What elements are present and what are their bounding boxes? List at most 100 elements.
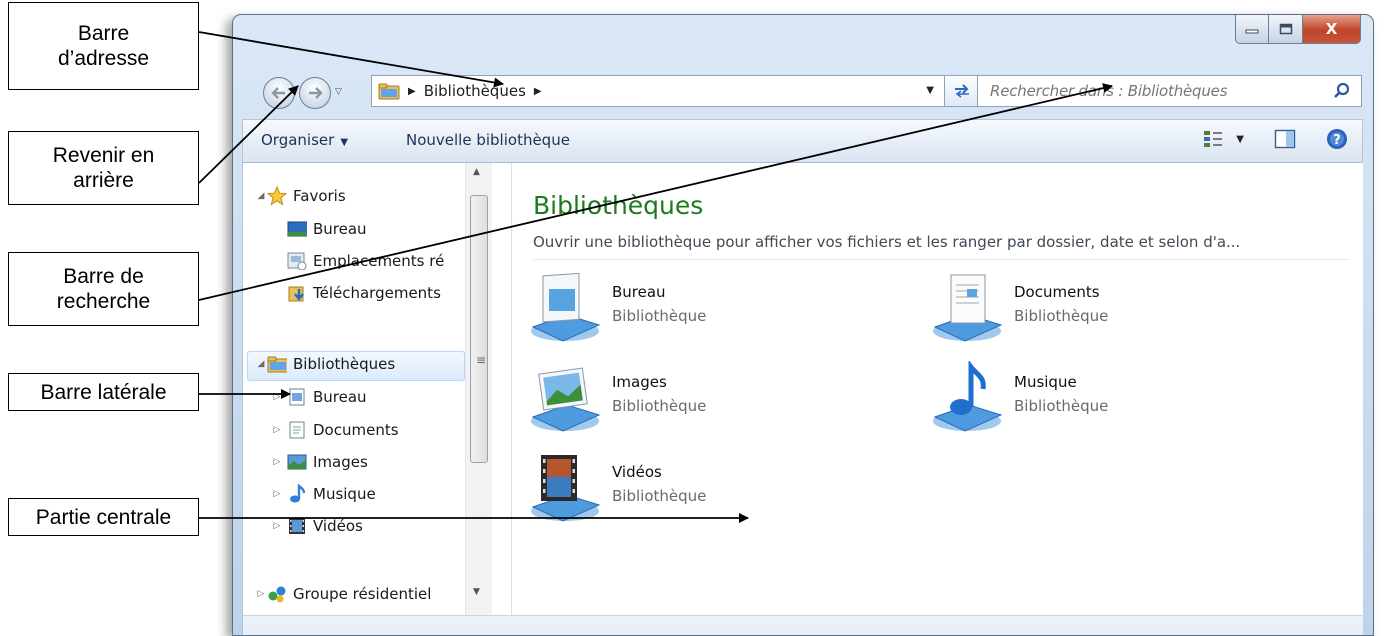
new-library-button[interactable]: Nouvelle bibliothèque [406, 131, 570, 149]
new-library-label: Nouvelle bibliothèque [406, 131, 570, 149]
sidebar-item-favorites[interactable]: ◢ Favoris [255, 186, 346, 206]
breadcrumb-separator-icon[interactable]: ▶ [408, 86, 416, 97]
breadcrumb-libraries[interactable]: Bibliothèques [424, 82, 526, 100]
sidebar-item-label: Images [313, 453, 368, 471]
search-input[interactable]: Rechercher dans : Bibliothèques [990, 82, 1228, 100]
page-title: Bibliothèques [533, 191, 704, 220]
library-tile-music[interactable]: Musique Bibliothèque [929, 361, 1289, 441]
explorer-window: X ▽ ▶ Bibliothèques ▶ ▼ Rechercher dans … [232, 14, 1374, 636]
sidebar-item-label: Bureau [313, 388, 367, 406]
sidebar-item-desktop[interactable]: Bureau [287, 220, 367, 238]
address-bar[interactable]: ▶ Bibliothèques ▶ ▼ [371, 75, 945, 107]
desktop-library-icon [289, 388, 305, 406]
library-name: Vidéos [612, 463, 662, 481]
star-icon [267, 186, 287, 206]
navigation-scrollbar[interactable]: ▲ ≡ ▼ [465, 163, 492, 635]
scroll-up-icon[interactable]: ▲ [473, 167, 480, 177]
sidebar-item-label: Groupe résidentiel [293, 585, 432, 603]
sidebar-item-label: Emplacements ré [313, 252, 445, 270]
close-icon: X [1325, 20, 1338, 38]
callout-text: arrière [73, 169, 134, 192]
sidebar-item-homegroup[interactable]: ▷ Groupe résidentiel [255, 585, 432, 603]
callout-central: Partie centrale [8, 498, 199, 536]
sidebar-item-libraries[interactable]: ◢ Bibliothèques [255, 355, 396, 373]
callout-text: Barre latérale [40, 380, 167, 404]
recent-pages-dropdown[interactable]: ▽ [335, 87, 342, 97]
refresh-icon [954, 84, 969, 98]
sidebar-item-label: Vidéos [313, 517, 363, 535]
callout-back: Revenir en arrière [8, 131, 199, 205]
window-controls: X [1235, 15, 1361, 44]
music-library-icon [933, 361, 1003, 432]
sidebar-item-lib-music[interactable]: ▷ Musique [271, 484, 376, 503]
callout-text: Partie centrale [35, 505, 172, 529]
preview-pane-icon[interactable] [1274, 129, 1296, 149]
callout-text: d’adresse [57, 47, 150, 70]
library-name: Bureau [612, 283, 666, 301]
callout-search: Barre de recherche [8, 252, 199, 326]
command-bar: Organiser ▼ Nouvelle bibliothèque ▼ ? [242, 119, 1363, 163]
chevron-down-icon: ▽ [335, 87, 342, 97]
expanded-triangle-icon[interactable]: ◢ [255, 359, 267, 369]
search-box[interactable]: Rechercher dans : Bibliothèques [977, 75, 1362, 107]
back-button[interactable] [263, 77, 295, 109]
minimize-button[interactable] [1235, 15, 1269, 44]
sidebar-item-lib-desktop[interactable]: ▷ Bureau [271, 388, 367, 406]
address-history-dropdown[interactable]: ▼ [926, 85, 934, 96]
sidebar-item-label: Bibliothèques [293, 355, 396, 373]
library-tile-pictures[interactable]: Images Bibliothèque [527, 361, 887, 441]
content-pane: Bibliothèques Ouvrir une bibliothèque po… [513, 163, 1363, 635]
view-controls: ▼ ? [1202, 128, 1348, 150]
explorer-body: ◢ Favoris Bureau Emplacements ré Télécha… [242, 163, 1363, 635]
help-icon[interactable]: ? [1326, 128, 1348, 150]
grip-icon: ≡ [476, 353, 487, 367]
scroll-down-icon[interactable]: ▼ [473, 587, 480, 597]
sidebar-item-label: Documents [313, 421, 399, 439]
refresh-button[interactable] [945, 75, 979, 107]
search-icon[interactable] [1333, 82, 1351, 100]
sidebar-item-lib-pictures[interactable]: ▷ Images [271, 453, 368, 471]
callout-sidebar: Barre latérale [8, 373, 199, 411]
library-type: Bibliothèque [612, 307, 707, 325]
library-name: Images [612, 373, 667, 391]
library-tile-desktop[interactable]: Bureau Bibliothèque [527, 271, 887, 351]
maximize-button[interactable] [1269, 15, 1303, 44]
collapsed-triangle-icon[interactable]: ▷ [271, 457, 283, 467]
chevron-down-icon[interactable]: ▼ [1236, 134, 1244, 145]
navigation-pane: ◢ Favoris Bureau Emplacements ré Télécha… [243, 163, 512, 635]
library-tile-videos[interactable]: Vidéos Bibliothèque [527, 451, 887, 531]
chevron-down-icon: ▼ [340, 137, 349, 148]
recent-places-icon [287, 252, 307, 270]
breadcrumb-separator-icon[interactable]: ▶ [534, 86, 542, 97]
sidebar-item-label: Favoris [293, 187, 346, 205]
library-type: Bibliothèque [612, 487, 707, 505]
expanded-triangle-icon[interactable]: ◢ [255, 191, 267, 201]
videos-library-icon [289, 518, 305, 534]
sidebar-item-recent-places[interactable]: Emplacements ré [287, 252, 465, 270]
library-type: Bibliothèque [1014, 397, 1109, 415]
close-button[interactable]: X [1303, 15, 1361, 44]
callout-text: Barre de [63, 265, 144, 288]
collapsed-triangle-icon[interactable]: ▷ [271, 392, 283, 402]
sidebar-item-lib-videos[interactable]: ▷ Vidéos [271, 517, 363, 535]
callout-text: Barre [77, 22, 130, 45]
scrollbar-thumb[interactable]: ≡ [470, 195, 488, 463]
library-tile-documents[interactable]: Documents Bibliothèque [929, 271, 1289, 351]
videos-library-icon [531, 455, 601, 522]
sidebar-item-lib-documents[interactable]: ▷ Documents [271, 421, 399, 439]
organize-label: Organiser [261, 131, 335, 149]
homegroup-icon [268, 586, 286, 603]
collapsed-triangle-icon[interactable]: ▷ [271, 489, 283, 499]
svg-text:?: ? [1333, 133, 1341, 148]
library-type: Bibliothèque [612, 397, 707, 415]
collapsed-triangle-icon[interactable]: ▷ [271, 425, 283, 435]
pictures-library-icon [287, 454, 307, 470]
callout-text: recherche [56, 290, 151, 313]
collapsed-triangle-icon[interactable]: ▷ [271, 521, 283, 531]
forward-button[interactable] [299, 77, 331, 109]
collapsed-triangle-icon[interactable]: ▷ [255, 589, 267, 599]
change-view-icon[interactable] [1202, 129, 1224, 149]
libraries-folder-icon [378, 83, 400, 100]
organize-menu[interactable]: Organiser ▼ [261, 131, 348, 149]
sidebar-item-downloads[interactable]: Téléchargements [287, 284, 465, 302]
